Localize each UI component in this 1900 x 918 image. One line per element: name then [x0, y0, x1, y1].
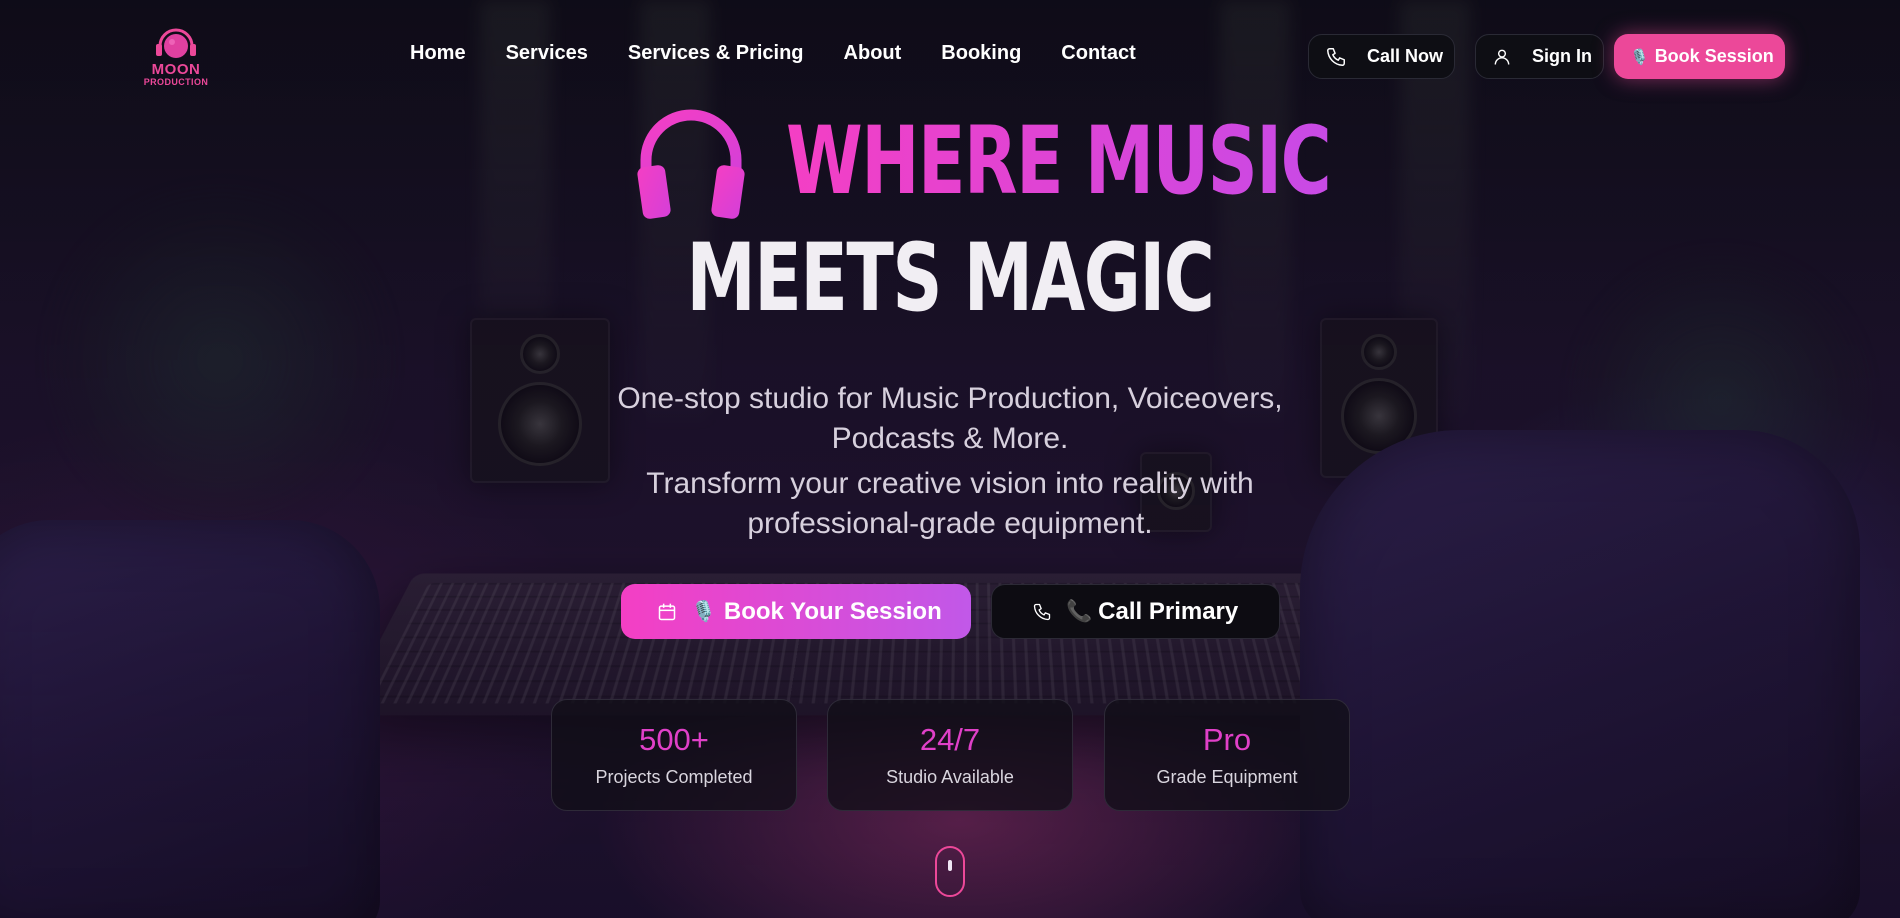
book-your-session-button[interactable]: 🎙️ Book Your Session	[621, 584, 971, 639]
description-line-2: professional-grade equipment.	[747, 507, 1153, 540]
microphone-icon: 🎙️	[691, 601, 716, 623]
calendar-icon	[658, 603, 676, 620]
subtitle-line-1: One-stop studio for Music Production, Vo…	[617, 382, 1283, 415]
headline-top-row: WHERE MUSIC	[636, 104, 1521, 220]
headline-bottom: MEETS MAGIC	[686, 224, 1215, 333]
headline-bottom-row: MEETS MAGIC	[0, 225, 1900, 333]
stat-value: 500+	[639, 722, 709, 757]
sign-in-label: Sign In	[1532, 46, 1592, 66]
stat-value: Pro	[1202, 722, 1252, 757]
book-your-session-label: Book Your Session	[723, 597, 942, 625]
stat-card-projects: 500+ Projects Completed	[551, 699, 797, 811]
main-nav: Home Services Services & Pricing About B…	[410, 42, 1136, 65]
brand-logo[interactable]: MOON PRODUCTION	[138, 20, 214, 87]
stat-card-availability: 24/7 Studio Available	[827, 699, 1073, 811]
nav-about[interactable]: About	[844, 42, 902, 65]
stat-label: Studio Available	[886, 767, 1014, 787]
mouse-scroll-icon[interactable]	[935, 846, 965, 897]
stat-label: Grade Equipment	[1156, 767, 1298, 787]
headline-top: WHERE MUSIC	[786, 107, 1332, 216]
call-now-label: Call Now	[1367, 46, 1444, 66]
microphone-icon: 🎙️	[1630, 48, 1649, 66]
nav-home[interactable]: Home	[410, 42, 466, 65]
moon-headphones-logo	[156, 28, 196, 58]
call-primary-label: Call Primary	[1098, 597, 1239, 625]
description-line-1: Transform your creative vision into real…	[646, 467, 1254, 500]
user-icon	[1494, 49, 1510, 65]
site-header: MOON PRODUCTION Home Services Services &…	[0, 0, 1900, 112]
stat-value: 24/7	[919, 722, 981, 757]
hero-section: WHERE MUSIC MEETS MAGIC One-stop studio …	[0, 0, 1900, 918]
brand-tagline: PRODUCTION	[143, 77, 209, 87]
book-session-label: Book Session	[1654, 46, 1774, 66]
sign-in-button[interactable]: Sign In	[1475, 34, 1604, 79]
phone-icon	[1033, 603, 1051, 620]
stat-label: Projects Completed	[595, 767, 753, 787]
telephone-receiver-icon: 📞	[1066, 599, 1093, 623]
call-primary-button[interactable]: 📞 Call Primary	[991, 584, 1280, 639]
nav-booking[interactable]: Booking	[941, 42, 1021, 65]
call-now-button[interactable]: Call Now	[1308, 34, 1455, 79]
headphones-icon	[637, 109, 745, 219]
nav-services-pricing[interactable]: Services & Pricing	[628, 42, 804, 65]
subtitle-line-2: Podcasts & More.	[831, 422, 1069, 455]
nav-contact[interactable]: Contact	[1061, 42, 1135, 65]
stat-card-equipment: Pro Grade Equipment	[1104, 699, 1350, 811]
phone-icon	[1327, 47, 1345, 66]
brand-name: MOON	[151, 61, 201, 78]
nav-services[interactable]: Services	[506, 42, 588, 65]
book-session-button[interactable]: 🎙️ Book Session	[1614, 34, 1785, 79]
